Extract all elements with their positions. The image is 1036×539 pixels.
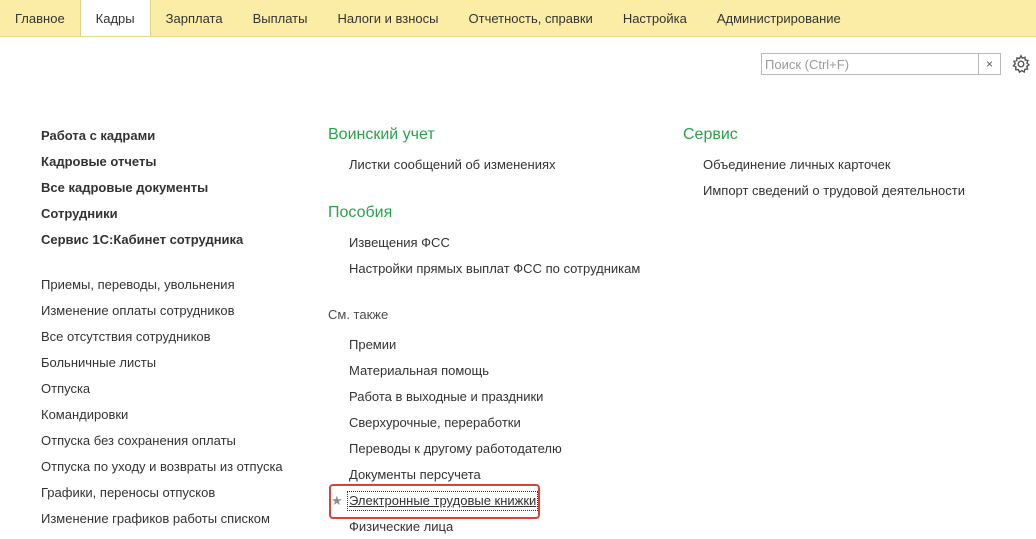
search-clear-button[interactable]: × xyxy=(979,53,1001,75)
search-input[interactable] xyxy=(762,54,975,74)
section-title-service: Сервис xyxy=(683,126,738,143)
menu-item-settings[interactable]: Настройка xyxy=(608,0,702,36)
link-vacation-schedules[interactable]: Графики, переносы отпусков xyxy=(41,485,215,501)
link-import-labor-activity[interactable]: Импорт сведений о трудовой деятельности xyxy=(703,183,965,199)
menu-item-reports[interactable]: Отчетность, справки xyxy=(454,0,608,36)
link-recalculation-documents[interactable]: Документы персучета xyxy=(349,467,481,483)
link-all-absences[interactable]: Все отсутствия сотрудников xyxy=(41,329,211,345)
link-change-notices[interactable]: Листки сообщений об изменениях xyxy=(349,157,556,173)
menu-item-administration[interactable]: Администрирование xyxy=(702,0,856,36)
link-financial-aid[interactable]: Материальная помощь xyxy=(349,363,489,379)
link-fss-direct-payments-settings[interactable]: Настройки прямых выплат ФСС по сотрудник… xyxy=(349,261,640,277)
link-salary-changes[interactable]: Изменение оплаты сотрудников xyxy=(41,303,235,319)
section-title-military: Воинский учет xyxy=(328,126,435,143)
link-employee-cabinet-service[interactable]: Сервис 1С:Кабинет сотрудника xyxy=(41,232,243,248)
menu-item-taxes[interactable]: Налоги и взносы xyxy=(322,0,453,36)
link-hirings-transfers[interactable]: Приемы, переводы, увольнения xyxy=(41,277,235,293)
search-box xyxy=(761,53,979,75)
link-parental-leave[interactable]: Отпуска по уходу и возвраты из отпуска xyxy=(41,459,283,475)
menu-item-main[interactable]: Главное xyxy=(0,0,80,36)
link-merge-personal-cards[interactable]: Объединение личных карточек xyxy=(703,157,891,173)
link-holiday-work[interactable]: Работа в выходные и праздники xyxy=(349,389,543,405)
link-fss-notices[interactable]: Извещения ФСС xyxy=(349,235,450,251)
link-bonuses[interactable]: Премии xyxy=(349,337,396,353)
link-sick-leaves[interactable]: Больничные листы xyxy=(41,355,156,371)
link-individuals[interactable]: Физические лица xyxy=(349,519,453,535)
link-employees[interactable]: Сотрудники xyxy=(41,206,118,222)
link-vacations[interactable]: Отпуска xyxy=(41,381,90,397)
section-menubar: Главное Кадры Зарплата Выплаты Налоги и … xyxy=(0,0,1036,37)
section-title-see-also: См. также xyxy=(328,307,389,322)
link-hr-reports[interactable]: Кадровые отчеты xyxy=(41,154,156,170)
link-electronic-work-books[interactable]: Электронные трудовые книжки xyxy=(346,491,539,511)
link-unpaid-vacations[interactable]: Отпуска без сохранения оплаты xyxy=(41,433,236,449)
link-transfers-to-other-employer[interactable]: Переводы к другому работодателю xyxy=(349,441,562,457)
link-work-schedule-changes[interactable]: Изменение графиков работы списком xyxy=(41,511,270,527)
link-overtime[interactable]: Сверхурочные, переработки xyxy=(349,415,521,431)
star-icon[interactable]: ★ xyxy=(331,493,343,509)
link-all-hr-documents[interactable]: Все кадровые документы xyxy=(41,180,208,196)
link-hr-work[interactable]: Работа с кадрами xyxy=(41,128,155,144)
menu-item-hr[interactable]: Кадры xyxy=(79,0,151,36)
gear-icon[interactable] xyxy=(1011,54,1031,74)
link-business-trips[interactable]: Командировки xyxy=(41,407,128,423)
section-title-benefits: Пособия xyxy=(328,204,393,221)
menu-item-payments[interactable]: Выплаты xyxy=(238,0,323,36)
menu-item-salary[interactable]: Зарплата xyxy=(151,0,238,36)
